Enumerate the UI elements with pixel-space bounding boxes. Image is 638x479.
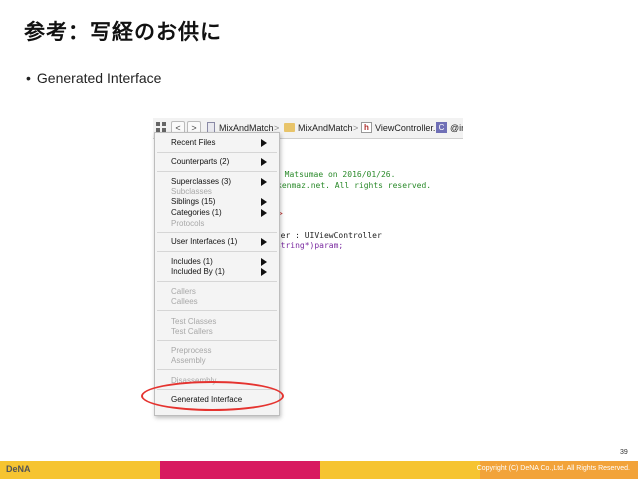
menu-separator <box>157 232 277 233</box>
highlight-ellipse <box>141 381 284 411</box>
submenu-arrow-icon <box>261 238 267 246</box>
menu-separator <box>157 310 277 311</box>
footer-bar: DeNA Copyright (C) DeNA Co.,Ltd. All Rig… <box>0 461 638 479</box>
menu-item-callees: Callees <box>171 297 198 306</box>
menu-separator <box>157 171 277 172</box>
menu-item-included-by[interactable]: Included By (1) <box>171 267 225 277</box>
menu-separator <box>157 369 277 370</box>
slide-title: 参考：写経のお供に <box>24 20 222 44</box>
dena-logo: DeNA <box>6 464 31 474</box>
page-number: 39 <box>620 449 628 456</box>
folder-icon <box>284 123 295 132</box>
menu-item-callers: Callers <box>171 287 196 296</box>
code-line-2: kenmaz.net. All rights reserved. <box>277 181 432 190</box>
menu-item-test-classes: Test Classes <box>171 317 217 326</box>
menu-separator <box>157 340 277 341</box>
code-line-4: ller : UIViewController <box>271 231 382 240</box>
menu-item-test-callers: Test Callers <box>171 327 213 336</box>
menu-item-siblings[interactable]: Siblings (15) <box>171 197 215 207</box>
menu-item-preprocess: Preprocess <box>171 346 212 355</box>
related-items-menu: Recent Files Counterparts (2) Superclass… <box>154 132 280 416</box>
breadcrumb-separator-2: > <box>353 123 359 133</box>
submenu-arrow-icon <box>261 178 267 186</box>
submenu-arrow-icon <box>261 258 267 266</box>
bullet-text: Generated Interface <box>36 70 162 86</box>
submenu-arrow-icon <box>261 209 267 217</box>
submenu-arrow-icon <box>261 139 267 147</box>
menu-separator <box>157 251 277 252</box>
submenu-arrow-icon <box>261 268 267 276</box>
menu-item-assembly: Assembly <box>171 356 206 365</box>
menu-item-categories[interactable]: Categories (1) <box>171 208 222 218</box>
menu-item-superclasses[interactable]: Superclasses (3) <box>171 177 231 187</box>
class-icon: C <box>436 122 447 133</box>
related-items-grid-icon[interactable] <box>156 122 166 132</box>
footer-segment-magenta <box>160 461 320 479</box>
copyright-text: Copyright (C) DeNA Co.,Ltd. All Rights R… <box>476 465 630 472</box>
menu-separator <box>157 281 277 282</box>
submenu-arrow-icon <box>261 158 267 166</box>
breadcrumb-folder[interactable]: MixAndMatch <box>298 122 353 134</box>
menu-separator <box>157 152 277 153</box>
menu-item-counterparts[interactable]: Counterparts (2) <box>171 157 229 167</box>
code-line-5: SString*)param; <box>271 241 344 250</box>
menu-item-includes[interactable]: Includes (1) <box>171 257 213 267</box>
bullet-item: • Generated Interface <box>26 70 161 86</box>
menu-item-recent-files[interactable]: Recent Files <box>171 138 215 148</box>
footer-segment-yellow-2 <box>320 461 480 479</box>
submenu-arrow-icon <box>261 198 267 206</box>
bullet-dot: • <box>26 70 31 86</box>
code-line-1: y Matsumae on 2016/01/26. <box>275 170 396 179</box>
breadcrumb-file[interactable]: ViewController.h <box>375 122 440 134</box>
breadcrumb-symbol[interactable]: @in <box>450 122 463 134</box>
menu-item-user-interfaces[interactable]: User Interfaces (1) <box>171 237 237 247</box>
menu-item-protocols: Protocols <box>171 219 205 228</box>
header-file-icon: h <box>361 122 372 133</box>
menu-item-subclasses: Subclasses <box>171 187 212 196</box>
